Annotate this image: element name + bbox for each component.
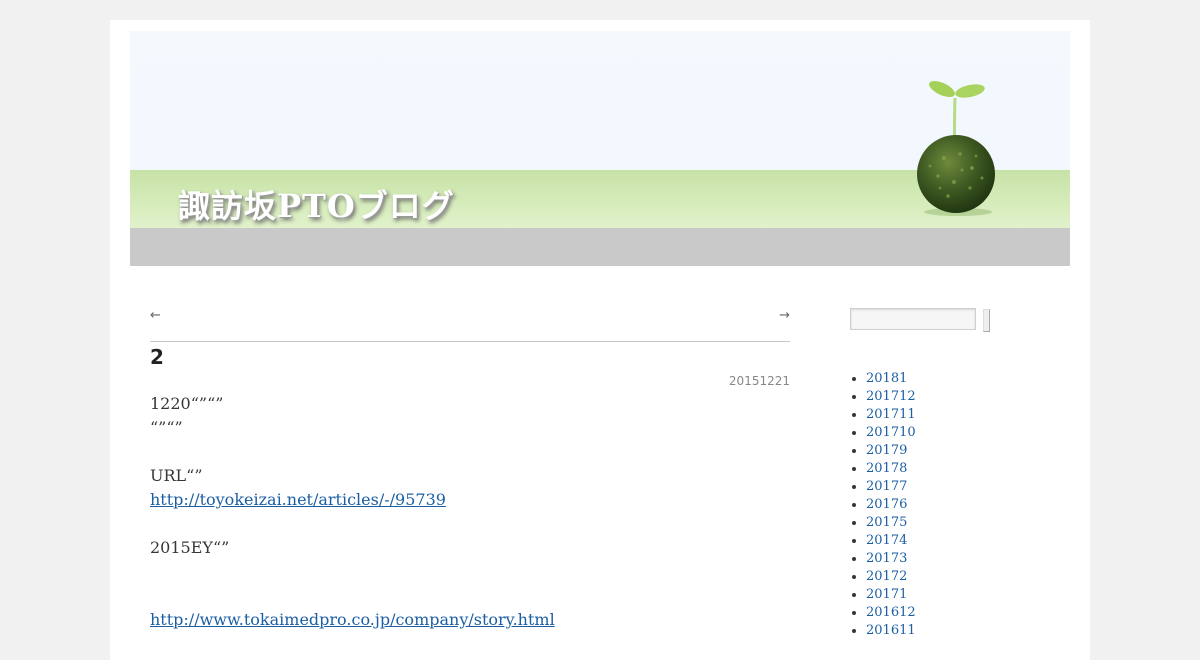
entry-paragraph: 2015EY“” <box>150 538 230 557</box>
archive-item: 20177 <box>866 478 916 496</box>
entry-link-paragraph: http://www.tokaimedpro.co.jp/company/sto… <box>150 608 790 632</box>
nav-next-link[interactable]: → <box>779 308 790 323</box>
entry-title: 2 <box>150 345 164 369</box>
toyokeizai-article-link[interactable]: http://toyokeizai.net/articles/-/95739 <box>150 490 446 509</box>
archive-item: 20178 <box>866 460 916 478</box>
search-submit-button[interactable] <box>983 309 990 332</box>
archive-item: 201712 <box>866 388 916 406</box>
moss-ball-sprout-icon <box>917 80 995 216</box>
archive-link[interactable]: 201710 <box>866 425 916 440</box>
archive-item: 20171 <box>866 586 916 604</box>
archive-item: 20176 <box>866 496 916 514</box>
entry-content: 1220“”“” “”“” URL“” http://toyokeizai.ne… <box>150 392 790 632</box>
archive-link[interactable]: 201611 <box>866 623 916 638</box>
entry-paragraph <box>150 560 790 584</box>
page-container: 諏訪坂PTOブログ ← → 2 20151221 1220“”“” “”“” U… <box>110 20 1090 660</box>
site-title[interactable]: 諏訪坂PTOブログ <box>178 181 455 227</box>
entry-paragraph <box>150 584 790 608</box>
archive-link[interactable]: 201711 <box>866 407 916 422</box>
archive-link[interactable]: 20172 <box>866 569 907 584</box>
archive-link[interactable]: 20174 <box>866 533 907 548</box>
entry-paragraph: “”“” <box>150 418 183 437</box>
archive-item: 20174 <box>866 532 916 550</box>
archive-item: 201612 <box>866 604 916 622</box>
archive-link[interactable]: 20175 <box>866 515 907 530</box>
archive-link[interactable]: 201712 <box>866 389 916 404</box>
archive-item: 20173 <box>866 550 916 568</box>
archive-link[interactable]: 20177 <box>866 479 907 494</box>
entry-date: 20151221 <box>728 374 790 388</box>
archive-link[interactable]: 20171 <box>866 587 907 602</box>
site-header: 諏訪坂PTOブログ <box>130 31 1070 266</box>
archive-item: 201710 <box>866 424 916 442</box>
access-menu-bar <box>130 228 1070 266</box>
nav-divider <box>150 341 790 342</box>
header-banner: 諏訪坂PTOブログ <box>130 31 1070 228</box>
entry-paragraph <box>150 512 790 536</box>
search-input[interactable] <box>850 308 976 330</box>
archive-link[interactable]: 201612 <box>866 605 916 620</box>
entry-link-paragraph: http://toyokeizai.net/articles/-/95739 <box>150 488 790 512</box>
archive-link[interactable]: 20176 <box>866 497 907 512</box>
archive-item: 20175 <box>866 514 916 532</box>
archive-item: 20179 <box>866 442 916 460</box>
archive-link[interactable]: 20179 <box>866 443 907 458</box>
entry-paragraph: 1220“”“” <box>150 394 224 413</box>
archive-item: 20172 <box>866 568 916 586</box>
archive-item: 20181 <box>866 370 916 388</box>
entry-paragraph: URL“” <box>150 466 203 485</box>
archive-list: 20181 201712 201711 201710 20179 20178 2… <box>850 370 916 640</box>
entry-paragraph <box>150 440 790 464</box>
archive-item: 201711 <box>866 406 916 424</box>
archive-link[interactable]: 20181 <box>866 371 907 386</box>
archive-item: 201611 <box>866 622 916 640</box>
nav-previous-link[interactable]: ← <box>150 308 161 323</box>
archive-link[interactable]: 20178 <box>866 461 907 476</box>
archive-link[interactable]: 20173 <box>866 551 907 566</box>
tokaimedpro-story-link[interactable]: http://www.tokaimedpro.co.jp/company/sto… <box>150 610 555 629</box>
